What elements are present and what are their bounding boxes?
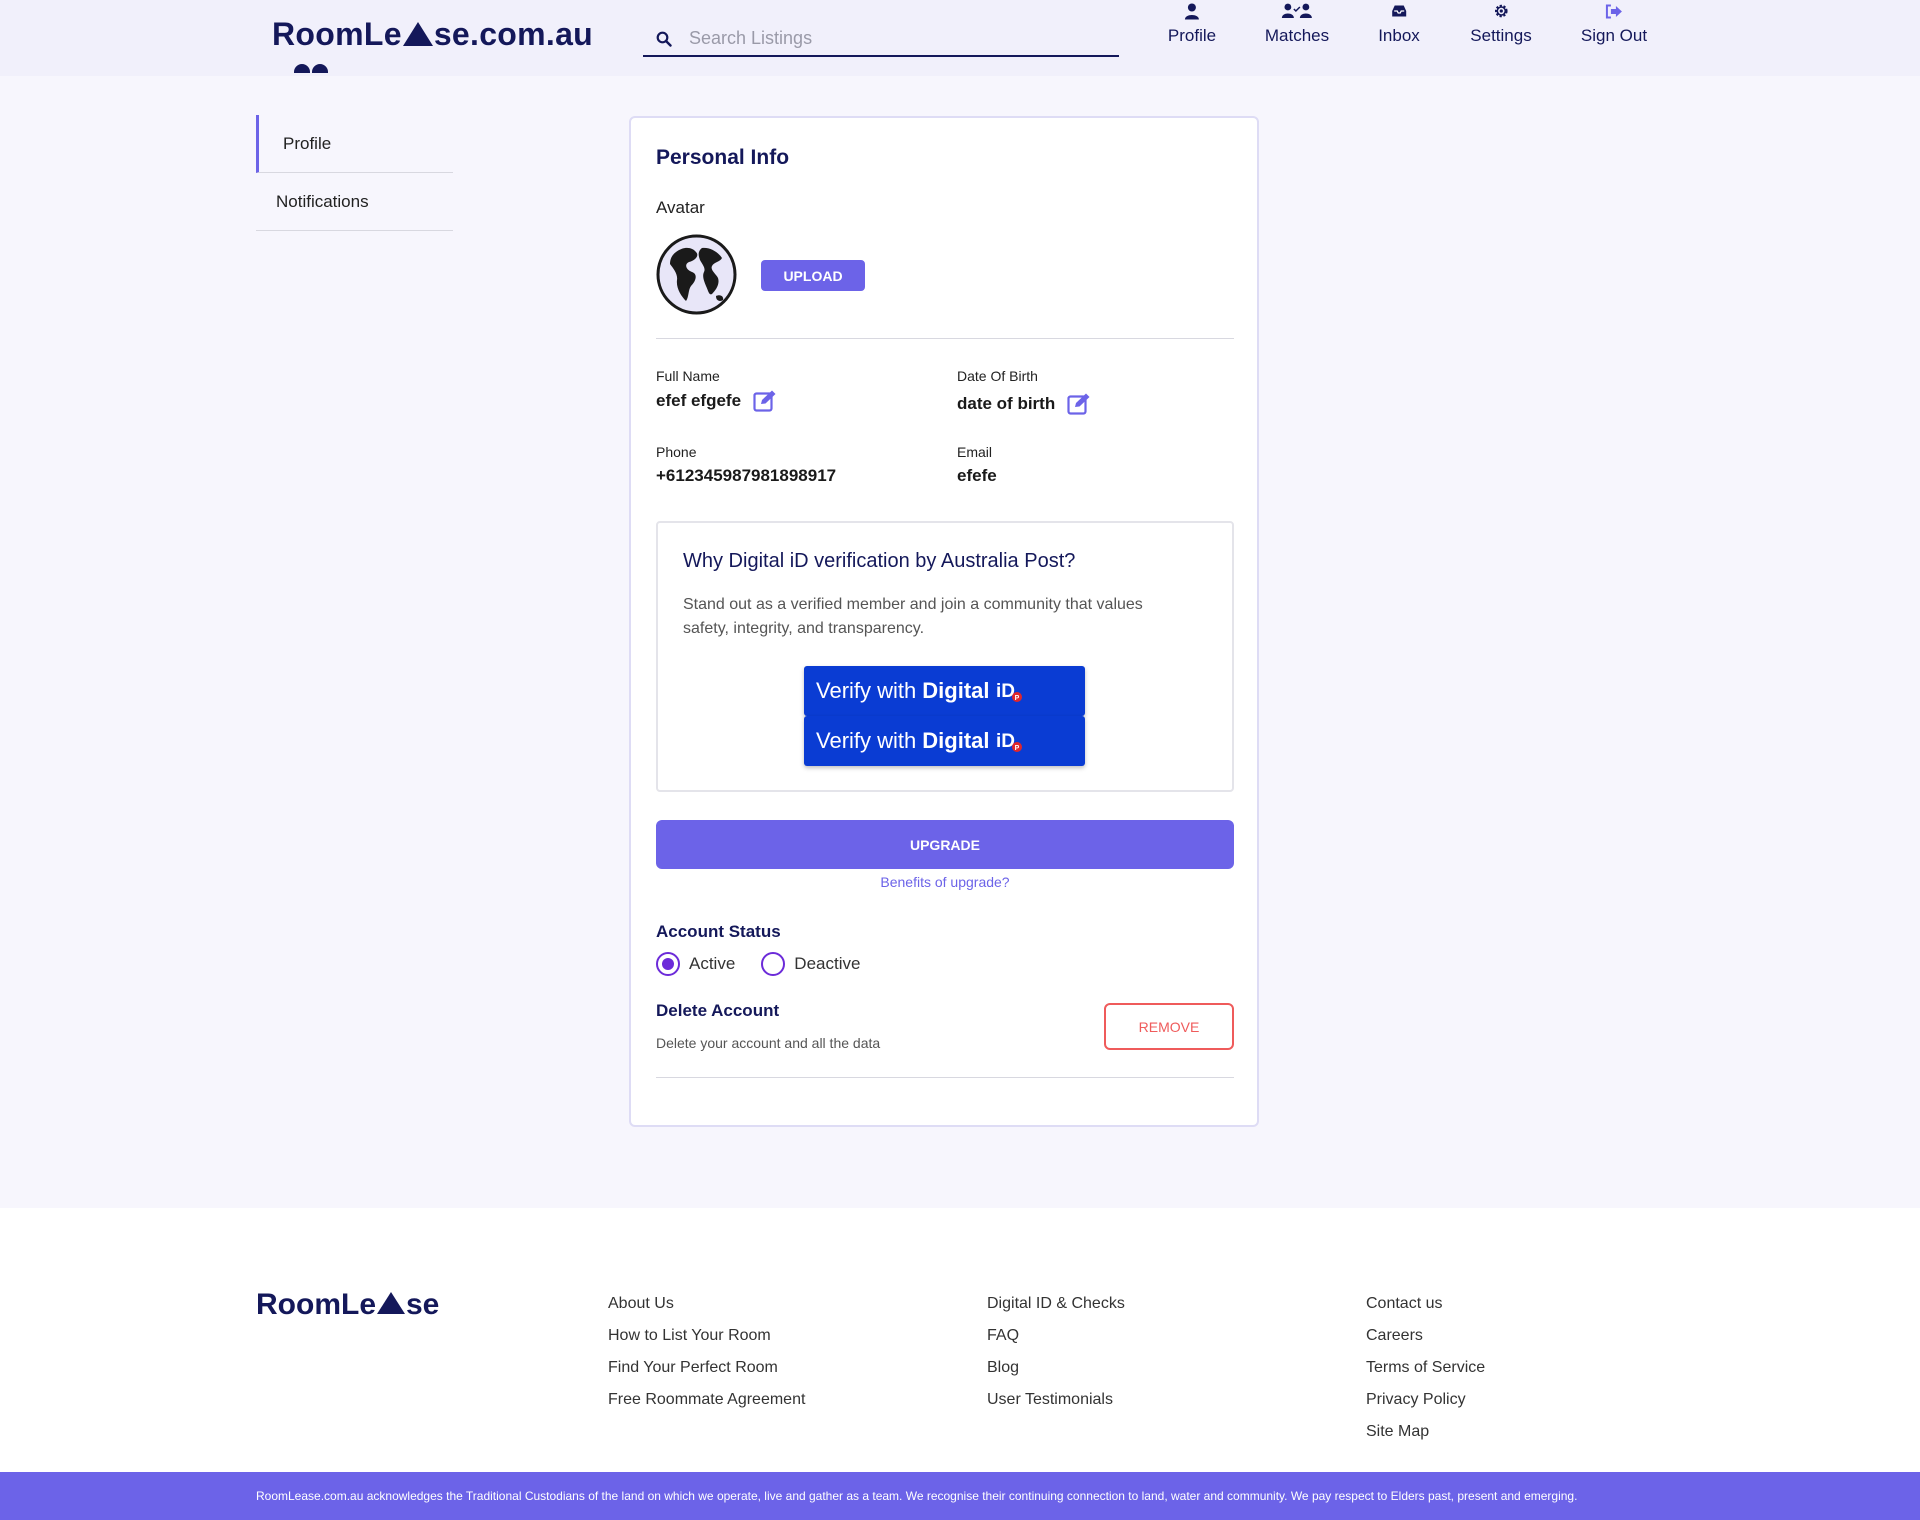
radio-active-label: Active xyxy=(689,954,736,973)
footer-column-2: Digital ID & Checks FAQ Blog User Testim… xyxy=(987,1288,1125,1416)
nav-sign-out-label: Sign Out xyxy=(1580,26,1648,45)
phone-value: +612345987981898917 xyxy=(656,466,837,485)
logo-a-triangle xyxy=(402,22,433,46)
footer-link[interactable]: FAQ xyxy=(987,1320,1125,1352)
section-divider xyxy=(656,338,1234,339)
dob-text: date of birth xyxy=(957,394,1056,413)
digital-id-title: Why Digital iD verification by Australia… xyxy=(683,550,1076,572)
nav-profile[interactable]: Profile xyxy=(1168,0,1216,46)
users-icon xyxy=(1281,0,1313,22)
digital-id-panel: Why Digital iD verification by Australia… xyxy=(656,521,1234,792)
email-value: efefe xyxy=(957,466,997,485)
user-icon xyxy=(1184,0,1200,22)
radio-selected-icon xyxy=(656,952,680,976)
footer-column-1: About Us How to List Your Room Find Your… xyxy=(608,1288,805,1416)
digital-id-description: Stand out as a verified member and join … xyxy=(683,596,1143,637)
radio-deactive[interactable]: Deactive xyxy=(761,952,860,976)
verify-button-prefix: Verify with xyxy=(816,678,917,703)
svg-text:iD: iD xyxy=(996,681,1015,702)
footer-logo-part2: se xyxy=(406,1288,440,1321)
nav-sign-out[interactable]: Sign Out xyxy=(1581,0,1647,46)
gear-icon xyxy=(1493,0,1509,22)
site-logo[interactable]: RoomLe se.com.au xyxy=(272,16,594,73)
nav-inbox[interactable]: Inbox xyxy=(1378,0,1420,46)
footer-link[interactable]: About Us xyxy=(608,1288,805,1320)
svg-text:iD: iD xyxy=(996,731,1015,752)
sidebar-item-notifications[interactable]: Notifications xyxy=(256,173,453,231)
personal-info-card: Personal Info Avatar UPLOAD Full Name ef… xyxy=(629,116,1259,1127)
footer-logo[interactable]: RoomLe se xyxy=(256,1288,439,1322)
edit-icon[interactable] xyxy=(1067,393,1091,415)
benefits-of-upgrade-link[interactable]: Benefits of upgrade? xyxy=(656,874,1234,890)
verify-digital-id-button[interactable]: Verify with Digital iD P xyxy=(804,716,1085,766)
footer-link[interactable]: Blog xyxy=(987,1352,1125,1384)
account-status-radio-group: Active Deactive xyxy=(656,952,886,976)
nav-matches[interactable]: Matches xyxy=(1265,0,1329,46)
full-name-label: Full Name xyxy=(656,368,720,384)
footer-link[interactable]: Free Roommate Agreement xyxy=(608,1384,805,1416)
nav-settings[interactable]: Settings xyxy=(1470,0,1532,46)
footer-column-3: Contact us Careers Terms of Service Priv… xyxy=(1366,1288,1485,1448)
search-input[interactable] xyxy=(679,28,1119,49)
verify-digital-id-button[interactable]: Verify with Digital iD P xyxy=(804,666,1085,716)
card-title: Personal Info xyxy=(656,146,790,169)
footer-link[interactable]: Site Map xyxy=(1366,1416,1485,1448)
upload-avatar-button[interactable]: UPLOAD xyxy=(761,260,865,291)
radio-active[interactable]: Active xyxy=(656,952,735,976)
globe-icon xyxy=(656,234,737,315)
search-icon xyxy=(649,24,679,54)
svg-text:P: P xyxy=(1014,695,1019,702)
full-name-value: efef efgefe xyxy=(656,390,777,412)
sidebar-item-profile[interactable]: Profile xyxy=(256,115,453,173)
footer-link[interactable]: Contact us xyxy=(1366,1288,1485,1320)
verify-button-prefix: Verify with xyxy=(816,728,917,753)
dob-label: Date Of Birth xyxy=(957,368,1038,384)
bottom-divider xyxy=(656,1077,1234,1078)
footer-link[interactable]: Careers xyxy=(1366,1320,1485,1352)
nav-matches-label: Matches xyxy=(1264,26,1330,45)
phone-label: Phone xyxy=(656,444,697,460)
digital-id-logo-icon: iD P xyxy=(996,729,1024,753)
footer-link[interactable]: User Testimonials xyxy=(987,1384,1125,1416)
avatar-label: Avatar xyxy=(656,198,705,217)
logo-people-mark xyxy=(294,64,328,73)
footer-logo-part1: RoomLe xyxy=(256,1288,376,1321)
acknowledgement-banner: RoomLease.com.au acknowledges the Tradit… xyxy=(0,1472,1920,1520)
logo-a-triangle xyxy=(377,1292,405,1314)
full-name-text: efef efgefe xyxy=(656,391,742,410)
upgrade-button[interactable]: UPGRADE xyxy=(656,820,1234,869)
footer-link[interactable]: How to List Your Room xyxy=(608,1320,805,1352)
nav-settings-label: Settings xyxy=(1470,26,1532,45)
footer: RoomLe se About Us How to List Your Room … xyxy=(0,1208,1920,1472)
footer-link[interactable]: Digital ID & Checks xyxy=(987,1288,1125,1320)
radio-deactive-label: Deactive xyxy=(794,954,861,973)
email-label: Email xyxy=(957,444,993,460)
logo-text-part1: RoomLe xyxy=(272,16,402,52)
remove-account-button[interactable]: REMOVE xyxy=(1104,1003,1234,1050)
top-header: RoomLe se.com.au Profile Matches Inbox Se… xyxy=(0,0,1920,76)
logo-text-part2: se.com.au xyxy=(433,16,594,52)
sidebar-item-label: Profile xyxy=(283,133,332,153)
verify-button-bold: Digital xyxy=(922,678,990,703)
digital-id-logo-icon: iD P xyxy=(996,679,1024,703)
inbox-icon xyxy=(1390,0,1408,22)
delete-account-title: Delete Account xyxy=(656,1001,780,1020)
account-status-title: Account Status xyxy=(656,922,781,941)
nav-inbox-label: Inbox xyxy=(1378,26,1420,45)
footer-link[interactable]: Privacy Policy xyxy=(1366,1384,1485,1416)
search-bar xyxy=(643,22,1119,57)
edit-icon[interactable] xyxy=(753,390,777,412)
verify-button-bold: Digital xyxy=(922,728,990,753)
radio-unselected-icon xyxy=(761,952,786,976)
nav-profile-label: Profile xyxy=(1167,26,1217,45)
dob-value: date of birth xyxy=(957,393,1091,415)
sign-out-icon xyxy=(1605,0,1623,22)
svg-text:P: P xyxy=(1014,745,1019,752)
footer-link[interactable]: Find Your Perfect Room xyxy=(608,1352,805,1384)
sidebar-item-label: Notifications xyxy=(276,191,369,211)
delete-account-description: Delete your account and all the data xyxy=(656,1035,881,1051)
footer-link[interactable]: Terms of Service xyxy=(1366,1352,1485,1384)
